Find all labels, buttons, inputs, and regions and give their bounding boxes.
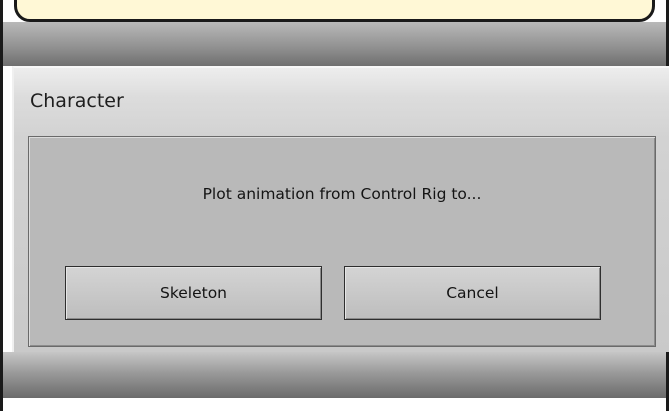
dialog-message: Plot animation from Control Rig to... [202,185,482,203]
background-band-bottom [3,352,666,398]
cancel-button[interactable]: Cancel [344,266,601,320]
character-dialog: Character Plot animation from Control Ri… [12,66,669,352]
skeleton-button[interactable]: Skeleton [65,266,322,320]
background-band-top [3,22,666,66]
tooltip-callout [14,0,655,22]
dialog-title: Character [30,90,124,112]
dialog-content-panel: Plot animation from Control Rig to... Sk… [28,136,656,347]
